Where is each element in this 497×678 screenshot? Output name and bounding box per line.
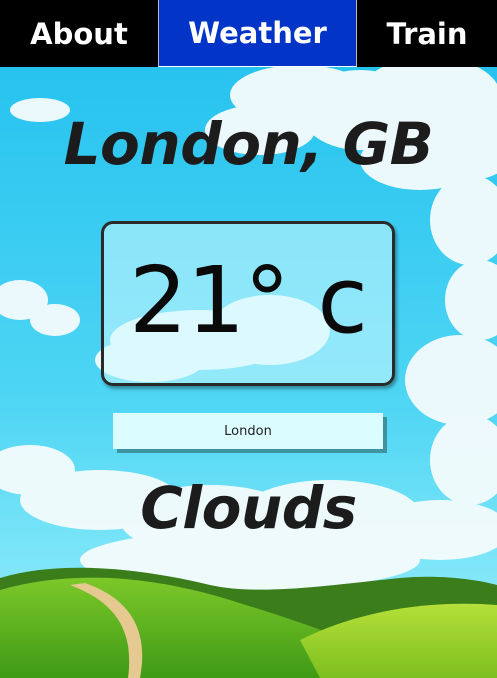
city-search-input[interactable] (113, 413, 383, 449)
tab-weather[interactable]: Weather (158, 0, 357, 67)
tab-about[interactable]: About (0, 0, 158, 67)
location-title: London, GB (63, 110, 434, 178)
nav-bar: About Weather Train (0, 0, 497, 67)
weather-condition: Clouds (140, 474, 357, 542)
temperature-value: 21° c (129, 247, 368, 354)
tab-train[interactable]: Train (357, 0, 497, 67)
temperature-panel: 21° c (101, 221, 395, 386)
